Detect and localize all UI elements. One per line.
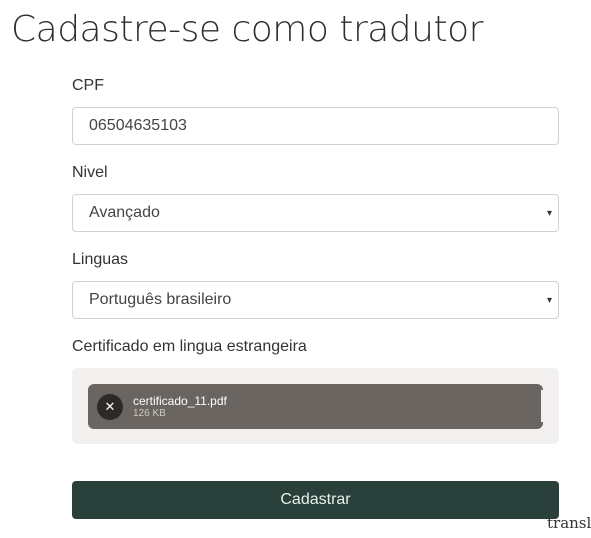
cpf-input[interactable] xyxy=(72,107,559,145)
linguas-select[interactable]: Português brasileiro ▾ xyxy=(72,281,559,319)
close-icon[interactable]: ✕ xyxy=(97,393,123,420)
chevron-down-icon: ▾ xyxy=(546,208,552,219)
nivel-select[interactable]: Avançado ▾ xyxy=(72,194,559,232)
cpf-label: CPF xyxy=(72,77,104,94)
file-info: certificado_11.pdf 126 KB xyxy=(133,394,227,420)
file-size: 126 KB xyxy=(133,407,166,419)
uploaded-file-item: ✕ certificado_11.pdf 126 KB xyxy=(88,384,543,429)
nivel-selected-value: Avançado xyxy=(89,204,160,221)
submit-button[interactable]: Cadastrar xyxy=(72,481,559,519)
page: Cadastre-se como tradutor CPF Nivel Avan… xyxy=(0,0,591,538)
linguas-selected-value: Português brasileiro xyxy=(89,291,232,308)
chevron-down-icon: ▾ xyxy=(546,295,552,306)
linguas-label: Linguas xyxy=(72,251,129,268)
nivel-label: Nivel xyxy=(72,164,108,181)
file-dropzone[interactable]: ✕ certificado_11.pdf 126 KB xyxy=(72,368,559,444)
footer-text: transl xyxy=(547,514,591,532)
file-name: certificado_11.pdf xyxy=(133,393,227,408)
page-title: Cadastre-se como tradutor xyxy=(11,9,483,50)
certificado-label: Certificado em lingua estrangeira xyxy=(72,338,307,355)
